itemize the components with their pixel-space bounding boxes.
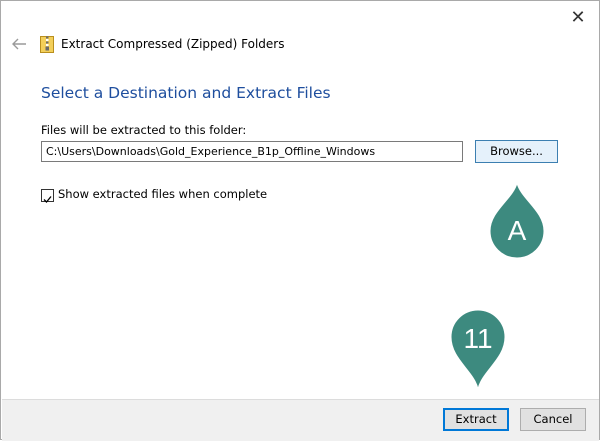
destination-path-input[interactable] xyxy=(41,141,463,162)
back-arrow-icon[interactable] xyxy=(10,35,28,53)
extract-button[interactable]: Extract xyxy=(443,408,509,431)
callout-a-label: A xyxy=(507,215,527,246)
close-button[interactable]: ✕ xyxy=(567,7,589,29)
show-files-checkbox[interactable] xyxy=(41,189,54,203)
window-title: Extract Compressed (Zipped) Folders xyxy=(61,37,285,51)
cancel-button[interactable]: Cancel xyxy=(520,408,586,431)
checkmark-icon xyxy=(43,196,52,203)
dialog-footer xyxy=(2,399,599,441)
callout-11-label: 11 xyxy=(463,323,493,354)
browse-button[interactable]: Browse... xyxy=(475,140,558,163)
page-heading: Select a Destination and Extract Files xyxy=(41,84,331,102)
destination-label: Files will be extracted to this folder: xyxy=(41,123,247,137)
show-files-label[interactable]: Show extracted files when complete xyxy=(58,187,267,201)
zip-folder-icon xyxy=(40,36,54,53)
extract-dialog: ✕ Extract Compressed (Zipped) Folders Se… xyxy=(0,0,600,441)
